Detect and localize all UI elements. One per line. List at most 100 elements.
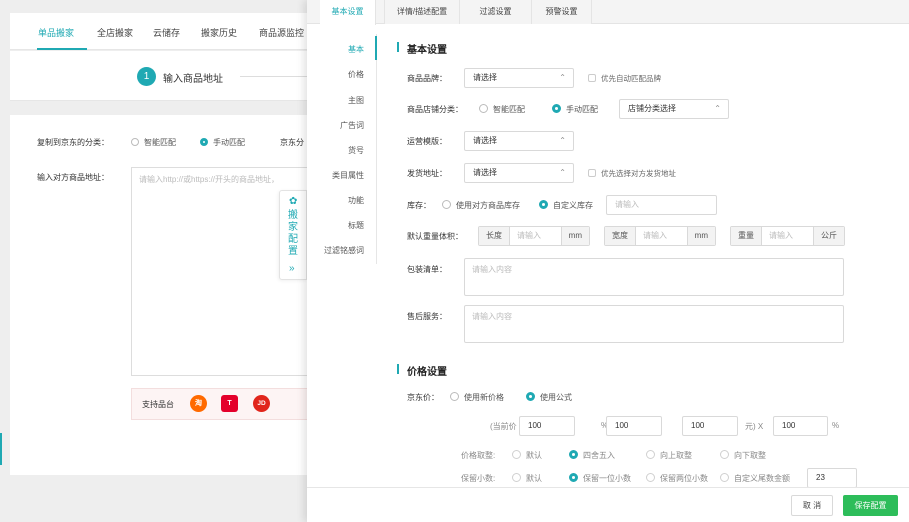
step-label: 输入商品地址 [163, 74, 223, 85]
step-number: 1 [137, 67, 156, 86]
supported-platforms: 支持品台 淘 T JD [131, 388, 311, 420]
formula-input-3[interactable]: 100 [682, 416, 738, 436]
step-connector [240, 76, 310, 77]
tmall-icon: T [221, 395, 238, 412]
radio-stock-custom[interactable]: 自定义库存 [539, 200, 593, 211]
tab-basic-settings[interactable]: 基本设置 [320, 0, 376, 25]
radio-round-up[interactable]: 向上取整 [646, 450, 692, 461]
tab-whole-store[interactable]: 全店搬家 [97, 26, 133, 39]
radio-new-price[interactable]: 使用新价格 [450, 392, 504, 403]
jd-price-label: 京东价： [407, 393, 439, 402]
nav-item-number[interactable]: 货号 [348, 145, 364, 156]
left-accent-bar [0, 433, 2, 465]
double-chevron-right-icon: » [289, 263, 295, 274]
nav-functions[interactable]: 功能 [348, 195, 364, 206]
url-placeholder: 请输入http://或https://开头的商品地址， [139, 175, 280, 184]
ship-address-checkbox[interactable]: 优先选择对方发货地址 [588, 168, 676, 179]
formula-input-4[interactable]: 100 [773, 416, 828, 436]
step-indicator: 1 输入商品地址 [10, 51, 310, 101]
width-input-group[interactable]: 宽度 请输入 mm [604, 226, 716, 246]
radio-manual-match[interactable]: 手动匹配 [200, 137, 245, 148]
taobao-icon: 淘 [190, 395, 207, 412]
ship-address-select[interactable]: 请选择 ⌃ [464, 163, 574, 183]
tab-detail-config[interactable]: 详情/描述配置 [384, 0, 460, 24]
radio-decimal-two[interactable]: 保留两位小数 [646, 473, 708, 484]
radio-formula[interactable]: 使用公式 [526, 392, 572, 403]
config-handle-label: 搬家配置 [288, 210, 298, 257]
weight-input[interactable]: 请输入 [761, 227, 814, 245]
category-label: 复制到京东的分类： [37, 138, 109, 147]
brand-auto-checkbox[interactable]: 优先自动匹配品牌 [588, 73, 661, 84]
radio-shop-manual[interactable]: 手动匹配 [552, 104, 598, 115]
jd-category-label: 京东分 [280, 138, 304, 147]
formula-input-1[interactable]: 100 [519, 416, 575, 436]
radio-round-half[interactable]: 四舍五入 [569, 450, 615, 461]
platforms-label: 支持品台 [142, 400, 174, 409]
formula-input-2[interactable]: 100 [606, 416, 662, 436]
rounding-label: 价格取整: [461, 451, 496, 460]
stock-input[interactable]: 请输入 [606, 195, 717, 215]
brand-select[interactable]: 请选择 ⌃ [464, 68, 574, 88]
nav-category-attrs[interactable]: 类目属性 [332, 170, 364, 181]
length-input-group[interactable]: 长度 请输入 mm [478, 226, 590, 246]
basic-settings-title: 基本设置 [407, 45, 447, 56]
price-settings-title: 价格设置 [407, 367, 447, 378]
radio-smart-match[interactable]: 智能匹配 [131, 137, 176, 148]
tab-alert-settings[interactable]: 预警设置 [532, 0, 592, 24]
dims-label: 默认重量体积： [407, 232, 463, 241]
active-tab-underline [37, 48, 87, 50]
package-list-textarea[interactable]: 请输入内容 [464, 258, 844, 296]
move-mode-tabs: 单品搬家 全店搬家 云储存 搬家历史 商品源监控 [10, 13, 310, 50]
cancel-button[interactable]: 取 消 [791, 495, 833, 516]
config-drawer: 基本设置 详情/描述配置 过滤设置 预警设置 基本 价格 主图 广告词 货号 类… [307, 0, 909, 522]
radio-decimal-one[interactable]: 保留一位小数 [569, 473, 631, 484]
move-form: 复制到京东的分类： 智能匹配 手动匹配 京东分 输入对方商品地址： 请输入htt… [10, 115, 311, 475]
jd-icon: JD [253, 395, 270, 412]
section-marker [397, 42, 399, 52]
move-config-handle[interactable]: ✿ 搬家配置 » [279, 190, 307, 280]
nav-basic[interactable]: 基本 [348, 44, 364, 55]
length-input[interactable]: 请输入 [509, 227, 562, 245]
nav-ad-words[interactable]: 广告词 [340, 120, 364, 131]
after-sale-textarea[interactable]: 请输入内容 [464, 305, 844, 343]
chevron-up-icon: ⌃ [714, 104, 721, 113]
percent-sign: % [832, 421, 840, 430]
gear-icon: ✿ [289, 196, 298, 207]
tab-cloud-storage[interactable]: 云储存 [153, 26, 180, 39]
freight-template-label: 运营模版： [407, 137, 447, 146]
radio-stock-source[interactable]: 使用对方商品库存 [442, 200, 520, 211]
tab-source-monitor[interactable]: 商品源监控 [259, 26, 304, 39]
chevron-up-icon: ⌃ [559, 168, 566, 177]
custom-tail-input[interactable]: 23 [807, 468, 857, 488]
stock-label: 库存： [407, 201, 431, 210]
freight-template-select[interactable]: 请选择 ⌃ [464, 131, 574, 151]
formula-prefix: (当前价 [490, 422, 517, 431]
weight-input-group[interactable]: 重量 请输入 公斤 [730, 226, 845, 246]
shop-category-select[interactable]: 店铺分类选择 ⌃ [619, 99, 729, 119]
radio-decimal-custom[interactable]: 自定义尾数金额 [720, 473, 790, 484]
tab-single-item[interactable]: 单品搬家 [38, 26, 74, 39]
shop-category-label: 商品店铺分类： [407, 105, 463, 114]
radio-decimal-default[interactable]: 默认 [512, 473, 542, 484]
section-marker [397, 364, 399, 374]
chevron-up-icon: ⌃ [559, 73, 566, 82]
brand-label: 商品品牌： [407, 74, 447, 83]
chevron-up-icon: ⌃ [559, 136, 566, 145]
radio-shop-smart[interactable]: 智能匹配 [479, 104, 525, 115]
config-tabs: 基本设置 详情/描述配置 过滤设置 预警设置 [307, 0, 909, 25]
radio-round-default[interactable]: 默认 [512, 450, 542, 461]
nav-price[interactable]: 价格 [348, 69, 364, 80]
package-list-label: 包装清单： [407, 265, 447, 274]
tab-filter-settings[interactable]: 过滤设置 [460, 0, 532, 24]
nav-main-image[interactable]: 主图 [348, 95, 364, 106]
tab-move-history[interactable]: 搬家历史 [201, 26, 237, 39]
settings-side-nav: 基本 价格 主图 广告词 货号 类目属性 功能 标题 过滤铭感词 [307, 34, 377, 264]
side-nav-active-bar [375, 36, 377, 60]
width-input[interactable]: 请输入 [635, 227, 688, 245]
formula-yuan-times: 元) X [745, 422, 764, 431]
nav-sensitive-words[interactable]: 过滤铭感词 [324, 245, 364, 256]
save-config-button[interactable]: 保存配置 [843, 495, 898, 516]
nav-title[interactable]: 标题 [348, 220, 364, 231]
radio-round-down[interactable]: 向下取整 [720, 450, 766, 461]
url-label: 输入对方商品地址： [37, 173, 109, 182]
